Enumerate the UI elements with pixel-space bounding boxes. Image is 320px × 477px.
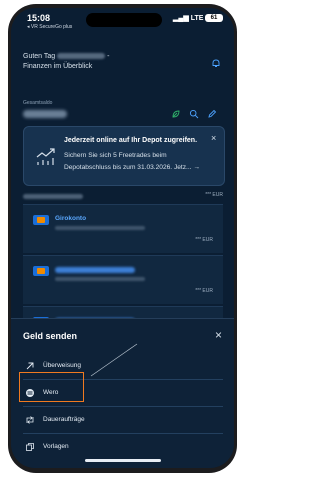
accounts-total-amount: *** EUR	[205, 192, 223, 198]
account-name: Girokonto	[55, 215, 87, 222]
page-subtitle: Finanzen im Überblick	[23, 63, 93, 70]
account-card[interactable]: Girokonto *** EUR	[23, 204, 223, 253]
leaf-icon[interactable]	[171, 109, 181, 119]
sheet-close-button[interactable]: ×	[215, 328, 222, 342]
redacted-account-name	[55, 267, 135, 273]
redacted-iban	[55, 277, 145, 281]
app-screen: 15:08 ◂ VR SecureGo plus ▂▄▆ LTE 61 Gute…	[11, 8, 234, 468]
signal-icon: ▂▄▆	[173, 15, 189, 22]
home-indicator[interactable]	[85, 459, 161, 462]
vr-bank-logo-icon	[33, 266, 49, 276]
redacted-name	[57, 53, 106, 60]
search-icon[interactable]	[189, 109, 199, 119]
vr-bank-logo-icon	[33, 215, 49, 225]
status-bar: 15:08 ◂ VR SecureGo plus ▂▄▆ LTE 61	[11, 8, 234, 30]
redacted-summary-label	[23, 194, 83, 199]
greeting-block: Guten Tag - Finanzen im Überblick	[23, 53, 110, 70]
redacted-iban	[55, 226, 145, 230]
greeting-text: Guten Tag	[23, 53, 56, 60]
back-to-app-link[interactable]: ◂ VR SecureGo plus	[27, 24, 72, 30]
edit-pencil-icon[interactable]	[207, 109, 217, 119]
copy-icon	[26, 443, 34, 451]
network-type: LTE	[190, 15, 204, 22]
account-amount: *** EUR	[195, 237, 213, 243]
banner-text[interactable]: Sichern Sie sich 5 Freetrades beim Depot…	[64, 150, 214, 174]
dynamic-island	[86, 13, 162, 27]
menu-item-vorlagen[interactable]: Vorlagen	[23, 434, 223, 460]
account-card[interactable]: *** EUR	[23, 255, 223, 304]
menu-item-label: Vorlagen	[43, 443, 69, 450]
total-balance-value	[23, 110, 67, 118]
depot-promo-banner[interactable]: Jederzeit online auf Ihr Depot zugreifen…	[23, 126, 225, 186]
banner-arrow-icon: →	[193, 164, 200, 171]
sheet-title: Geld senden	[23, 331, 78, 341]
banner-title: Jederzeit online auf Ihr Depot zugreifen…	[64, 137, 198, 144]
bell-icon[interactable]	[211, 58, 221, 68]
accounts-summary-row: *** EUR	[23, 192, 223, 202]
growth-chart-icon	[36, 148, 55, 165]
banner-description: Sichern Sie sich 5 Freetrades beim Depot…	[64, 152, 192, 171]
menu-item-dauerauftraege[interactable]: Daueraufträge	[23, 407, 223, 434]
annotation-line	[90, 343, 138, 377]
status-time: 15:08	[27, 13, 51, 23]
banner-close-button[interactable]: ×	[211, 133, 216, 143]
signal-lte: ▂▄▆ LTE	[173, 14, 203, 22]
battery-indicator: 61	[205, 14, 223, 22]
arrow-up-right-icon	[26, 362, 34, 370]
account-amount: *** EUR	[195, 288, 213, 294]
repeat-icon	[26, 416, 34, 424]
total-balance-label: Gesamtsaldo	[23, 100, 53, 106]
menu-item-label: Daueraufträge	[43, 416, 85, 423]
